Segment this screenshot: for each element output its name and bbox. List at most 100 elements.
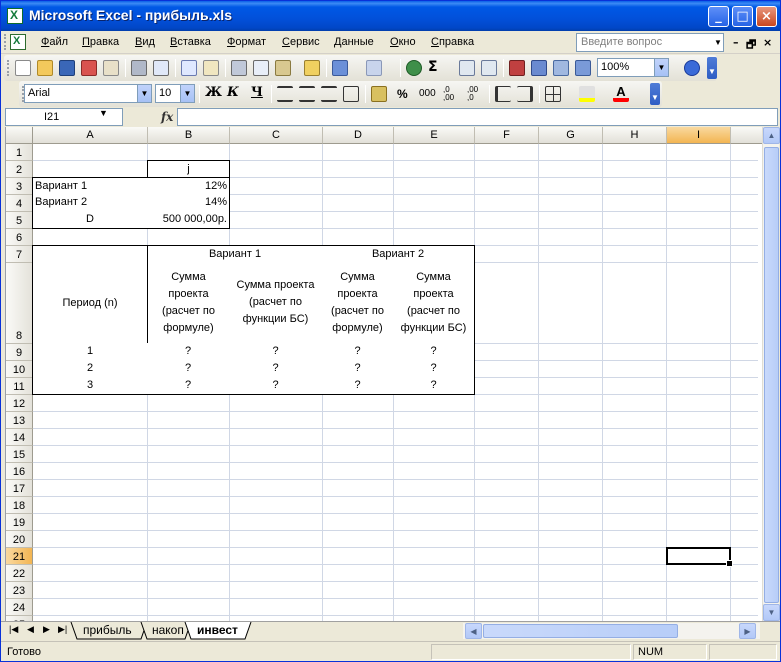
hyperlink-icon[interactable] bbox=[406, 60, 422, 76]
comma-style-button[interactable]: 000 bbox=[419, 88, 436, 99]
row-header-12[interactable]: 12 bbox=[6, 395, 33, 412]
sort-ascending-icon[interactable] bbox=[459, 60, 475, 76]
scroll-down-icon[interactable]: ▼ bbox=[763, 604, 780, 621]
cell-d8[interactable]: Сумма проекта (расчет по формуле) bbox=[322, 262, 394, 344]
sheet-tab-invest[interactable]: инвест bbox=[187, 622, 244, 639]
close-button[interactable]: × bbox=[756, 6, 777, 27]
last-sheet-icon[interactable]: ▶| bbox=[58, 624, 67, 635]
next-sheet-icon[interactable]: ▶ bbox=[43, 624, 50, 635]
row-header-7[interactable]: 7 bbox=[6, 246, 33, 263]
font-name-select[interactable]: Arial ▼ bbox=[24, 84, 152, 103]
cell-c11[interactable]: ? bbox=[229, 377, 323, 395]
select-all-corner[interactable] bbox=[6, 127, 33, 144]
active-cell-selection[interactable] bbox=[666, 547, 733, 567]
insert-function-icon[interactable]: fx bbox=[161, 110, 173, 124]
excel-app-icon[interactable] bbox=[7, 8, 23, 24]
row-header-18[interactable]: 18 bbox=[6, 497, 33, 514]
column-header-e[interactable]: E bbox=[394, 127, 475, 144]
row-header-22[interactable]: 22 bbox=[6, 565, 33, 582]
prev-sheet-icon[interactable]: ◀ bbox=[27, 624, 34, 635]
cut-icon[interactable] bbox=[231, 60, 247, 76]
sheet-tab-profit[interactable]: прибыль bbox=[73, 622, 138, 639]
row-header-11[interactable]: 11 bbox=[6, 378, 33, 395]
open-icon[interactable] bbox=[37, 60, 53, 76]
column-header-d[interactable]: D bbox=[323, 127, 394, 144]
doc-close-button[interactable]: × bbox=[763, 36, 772, 49]
row-header-10[interactable]: 10 bbox=[6, 361, 33, 378]
underline-button[interactable]: Ч bbox=[251, 85, 263, 100]
print-preview-icon[interactable] bbox=[153, 60, 169, 76]
help-icon[interactable] bbox=[684, 60, 700, 76]
row-header-9[interactable]: 9 bbox=[6, 344, 33, 361]
cell-a8[interactable]: Период (n) bbox=[32, 262, 148, 344]
autosum-icon[interactable]: Σ bbox=[428, 59, 444, 75]
toolbar-options-chevron-icon[interactable]: ▼ bbox=[707, 57, 717, 79]
italic-button[interactable]: К bbox=[227, 85, 239, 100]
cell-b3[interactable]: 12% bbox=[147, 177, 230, 195]
row-header-14[interactable]: 14 bbox=[6, 429, 33, 446]
help-search-input[interactable]: Введите вопрос bbox=[576, 33, 724, 52]
row-header-2[interactable]: 2 bbox=[6, 161, 33, 178]
horizontal-scrollbar[interactable]: ◀ ▶ bbox=[463, 623, 760, 639]
new-icon[interactable] bbox=[15, 60, 31, 76]
document-icon[interactable] bbox=[10, 34, 26, 50]
row-header-20[interactable]: 20 bbox=[6, 531, 33, 548]
column-header-f[interactable]: F bbox=[475, 127, 539, 144]
title-bar[interactable]: Microsoft Excel - прибыль.xls _ □ × bbox=[1, 1, 780, 31]
cell-c9[interactable]: ? bbox=[229, 343, 323, 361]
column-header-h[interactable]: H bbox=[603, 127, 667, 144]
increase-indent-icon[interactable] bbox=[517, 86, 533, 102]
format-painter-icon[interactable] bbox=[304, 60, 320, 76]
cell-b5[interactable]: 500 000,00р. bbox=[147, 211, 230, 229]
menu-view[interactable]: Вид bbox=[135, 36, 155, 48]
toolbar-grip[interactable] bbox=[7, 60, 10, 76]
percent-button[interactable]: % bbox=[397, 87, 408, 101]
menu-help[interactable]: Справка bbox=[431, 36, 474, 48]
research-icon[interactable] bbox=[203, 60, 219, 76]
print-icon[interactable] bbox=[131, 60, 147, 76]
cell-d9[interactable]: ? bbox=[322, 343, 394, 361]
menu-window[interactable]: Окно bbox=[390, 36, 416, 48]
cell-b7[interactable]: Вариант 1 bbox=[147, 245, 323, 263]
zoom-dropdown-icon[interactable]: ▼ bbox=[654, 59, 668, 76]
copy-icon[interactable] bbox=[253, 60, 269, 76]
menu-grip[interactable] bbox=[4, 34, 7, 50]
column-header-c[interactable]: C bbox=[230, 127, 323, 144]
sheet-tab-accum[interactable]: накоп bbox=[142, 622, 190, 639]
doc-minimize-button[interactable]: – bbox=[733, 36, 739, 49]
cell-b9[interactable]: ? bbox=[147, 343, 230, 361]
horizontal-scroll-thumb[interactable] bbox=[483, 624, 678, 638]
row-header-24[interactable]: 24 bbox=[6, 599, 33, 616]
cell-b2[interactable]: j bbox=[147, 160, 230, 178]
cell-c8[interactable]: Сумма проекта (расчет по функции БС) bbox=[229, 262, 323, 344]
font-color-icon[interactable]: A bbox=[613, 85, 629, 102]
cell-a7[interactable] bbox=[32, 245, 148, 263]
menu-file[interactable]: Файл bbox=[41, 36, 68, 48]
cell-b11[interactable]: ? bbox=[147, 377, 230, 395]
vertical-scrollbar[interactable]: ▲ ▼ bbox=[762, 127, 780, 621]
zoom-select[interactable]: 100% ▼ bbox=[597, 58, 669, 77]
menu-edit[interactable]: Правка bbox=[82, 36, 119, 48]
row-header-4[interactable]: 4 bbox=[6, 195, 33, 212]
help-dropdown-icon[interactable]: ▼ bbox=[713, 34, 723, 51]
drawing-icon[interactable] bbox=[531, 60, 547, 76]
row-header-13[interactable]: 13 bbox=[6, 412, 33, 429]
cell-b8[interactable]: Сумма проекта (расчет по формуле) bbox=[147, 262, 230, 344]
row-header-16[interactable]: 16 bbox=[6, 463, 33, 480]
first-sheet-icon[interactable]: |◀ bbox=[9, 624, 18, 635]
row-header-17[interactable]: 17 bbox=[6, 480, 33, 497]
font-name-dropdown-icon[interactable]: ▼ bbox=[137, 85, 151, 102]
spelling-icon[interactable] bbox=[181, 60, 197, 76]
menu-data[interactable]: Данные bbox=[334, 36, 374, 48]
row-header-15[interactable]: 15 bbox=[6, 446, 33, 463]
doc-restore-button[interactable]: 🗗 bbox=[746, 36, 756, 55]
table-icon[interactable] bbox=[553, 60, 569, 76]
cell-e10[interactable]: ? bbox=[393, 360, 475, 378]
column-header-i[interactable]: I bbox=[667, 127, 731, 144]
cell-a9[interactable]: 1 bbox=[32, 343, 148, 361]
row-header-19[interactable]: 19 bbox=[6, 514, 33, 531]
cell-a5[interactable]: D bbox=[32, 211, 148, 229]
decrease-decimal-button[interactable]: ,00 ,0 bbox=[467, 86, 485, 102]
menu-insert[interactable]: Вставка bbox=[170, 36, 211, 48]
cell-d11[interactable]: ? bbox=[322, 377, 394, 395]
